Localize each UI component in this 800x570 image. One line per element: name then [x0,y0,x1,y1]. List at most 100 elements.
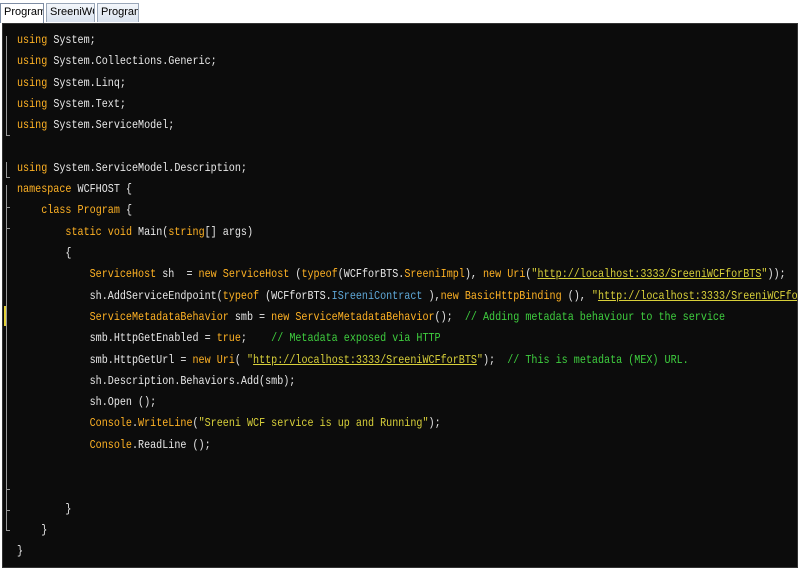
code-token: ( [234,352,247,367]
type-token: BasicHttpBinding [464,288,562,303]
code-token: Main( [132,224,169,239]
code-line[interactable]: } [17,520,47,540]
code-token: .ReadLine (); [131,437,211,452]
code-token: ), [422,288,441,303]
code-line[interactable]: Console.WriteLine("Sreeni WCF service is… [17,413,441,433]
code-token: ); [428,416,441,431]
url-link[interactable]: http://localhost:3333/SreeniWCFforBTS [253,353,477,367]
code-line[interactable]: using System.Text; [17,94,126,114]
keyword-token: namespace [17,182,72,197]
outline-guide-namespace [6,185,7,530]
code-line[interactable]: static void Main(string[] args) [17,222,253,242]
keyword-token: new [440,288,459,303]
type-token: SreeniImpl [404,267,465,282]
type-token: Program [77,203,120,218]
outlining-margin [3,24,14,567]
url-link[interactable]: http://localhost:3333/SreeniWCFforBTS [537,267,761,281]
code-token: smb.HttpGetUrl = [17,352,193,367]
code-token: System.Text; [47,96,126,111]
url-link[interactable]: http://localhost:3333/SreeniWCFforBTS [598,289,797,303]
code-token: sh.Description.Behaviors.Add(smb); [17,373,296,388]
code-editor[interactable]: using System; using System.Collections.Ge… [2,23,798,568]
outline-end-usings [6,135,10,136]
code-token: WCFHOST { [71,182,132,197]
code-token: ; [240,331,272,346]
keyword-token: using [17,160,48,175]
code-token: System.Linq; [47,75,126,90]
string-token: "Sreeni WCF service is up and Running" [198,416,429,431]
code-line[interactable]: namespace WCFHOST { [17,179,132,199]
code-token: sh.Open (); [17,395,157,410]
keyword-token: using [17,96,48,111]
outline-end-method [6,489,10,490]
outline-class-marker [6,207,10,208]
code-token: smb = [228,309,272,324]
tab-program-cs[interactable]: Program.cs [97,3,139,22]
type-token: Console [89,416,132,431]
code-line[interactable]: sh.AddServiceEndpoint(typeof (WCFforBTS.… [17,286,797,306]
code-token: ); [482,352,508,367]
keyword-token: typeof [301,267,338,282]
code-token: (); [434,309,465,324]
code-token: )); [767,267,786,282]
code-token: (WCFforBTS. [337,267,405,282]
code-line[interactable]: sh.Open (); [17,392,157,412]
keyword-token: string [168,224,205,239]
keyword-token: typeof [222,288,260,303]
code-line[interactable]: smb.HttpGetEnabled = true; // Metadata e… [17,328,441,348]
code-line[interactable]: ServiceMetadataBehavior smb = new Servic… [17,307,725,327]
code-token: } [17,522,48,537]
type-token: ServiceMetadataBehavior [89,309,229,324]
code-token: System.ServiceModel; [47,118,175,133]
type-token: ServiceHost [89,267,157,282]
outline-end-using2 [6,177,10,178]
code-line[interactable]: Console.ReadLine (); [17,435,211,455]
keyword-token: new [192,352,211,367]
tab-sreeniwcf-cs[interactable]: SreeniWCF.cs [46,3,95,22]
outline-end-class [6,510,10,511]
type-token: Uri [507,267,526,282]
code-token: } [17,501,72,516]
keyword-token: using [17,54,48,69]
outline-end-namespace [6,530,10,531]
keyword-token: new [198,267,217,282]
keyword-token: static [65,224,102,239]
outline-guide-using2 [6,162,7,177]
code-line[interactable]: using System.ServiceModel; [17,115,174,135]
code-token: System.Collections.Generic; [47,54,217,69]
keyword-token: using [17,118,48,133]
change-tracking-bar [4,306,6,326]
type-token: ServiceMetadataBehavior [295,309,435,324]
code-line[interactable]: using System.Linq; [17,73,126,93]
keyword-token: using [17,33,48,47]
code-line[interactable]: sh.Description.Behaviors.Add(smb); [17,371,296,391]
comment-token: // Adding metadata behaviour to the serv… [464,309,726,324]
code-token: sh.AddServiceEndpoint( [17,288,223,303]
code-line[interactable]: ServiceHost sh = new ServiceHost (typeof… [17,264,786,284]
keyword-token: void [107,224,133,239]
code-line[interactable]: using System; [17,30,96,50]
code-line[interactable]: using System.ServiceModel.Description; [17,158,247,178]
keyword-token: class [41,203,72,218]
comment-token: // Metadata exposed via HTTP [271,331,441,346]
code-line[interactable]: } [17,499,71,519]
tab-program-cs-modified[interactable]: Program.cs* [0,3,44,23]
code-line[interactable]: { [17,243,71,263]
type-token: ServiceHost [222,267,290,282]
code-token: System; [47,33,96,47]
code-token: } [17,544,24,559]
outline-method-marker [6,228,10,229]
code-line[interactable]: class Program { [17,200,132,220]
keyword-token: new [271,309,290,324]
code-line[interactable]: using System.Collections.Generic; [17,51,217,71]
code-token: (), [561,288,592,303]
interface-token: ISreeniContract [331,288,423,303]
code-token: { [17,246,72,260]
code-line[interactable]: smb.HttpGetUrl = new Uri( "http://localh… [17,350,689,370]
code-line[interactable]: } [17,541,23,561]
type-token: Console [89,437,132,452]
